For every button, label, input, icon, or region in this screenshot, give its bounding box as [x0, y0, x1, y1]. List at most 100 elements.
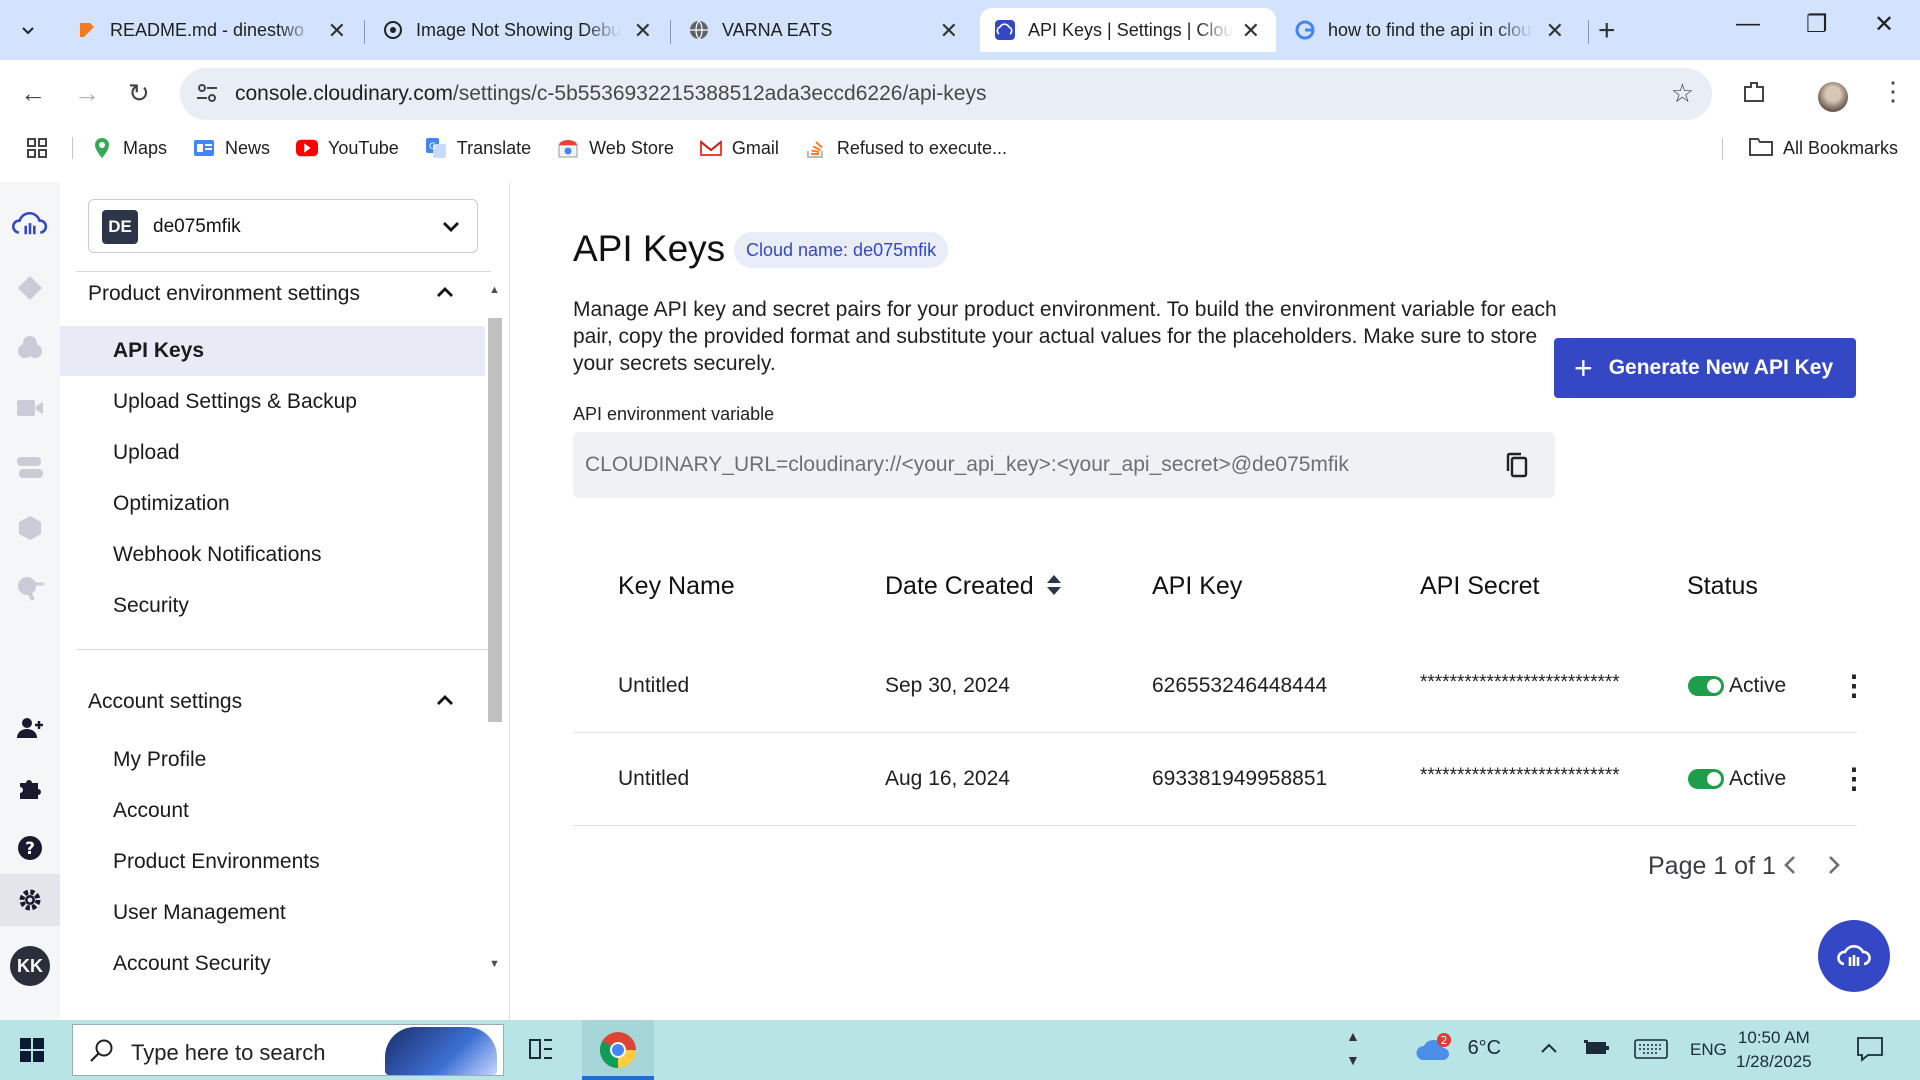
insights-icon[interactable] [12, 570, 48, 606]
nav-account[interactable]: Account [60, 786, 485, 836]
cloudinary-logo-icon[interactable] [12, 206, 48, 242]
system-clock[interactable]: 10:50 AM 1/28/2025 [1736, 1026, 1812, 1074]
close-icon[interactable]: ✕ [634, 18, 652, 44]
taskbar-search-box[interactable]: Type here to search [72, 1024, 504, 1076]
sort-icon[interactable] [1045, 573, 1063, 597]
close-window-button[interactable]: ✕ [1874, 10, 1894, 39]
bookmark-web-store[interactable]: Web Store [557, 137, 674, 159]
all-bookmarks-button[interactable]: All Bookmarks [1748, 136, 1898, 161]
nav-upload[interactable]: Upload [60, 428, 485, 478]
scroll-down-arrow[interactable]: ▼ [489, 958, 500, 970]
tab-varna-eats[interactable]: VARNA EATS ✕ [674, 8, 974, 52]
new-tab-button[interactable]: + [1598, 14, 1616, 48]
weather-widget[interactable]: 2 6°C [1414, 1032, 1501, 1064]
bookmark-translate[interactable]: G Translate [425, 137, 531, 159]
notifications-icon[interactable] [1856, 1036, 1884, 1068]
cloudinary-console: ? KK DE de075mfik Product environment se… [0, 182, 1920, 1020]
tab-search-button[interactable] [10, 12, 46, 48]
row1-actions-menu-icon[interactable]: ⋮ [1840, 672, 1868, 700]
row1-api-secret: *************************** [1420, 672, 1620, 693]
section-product-settings[interactable]: Product environment settings [88, 282, 360, 306]
prev-page-icon[interactable] [1782, 854, 1798, 883]
nav-upload-settings[interactable]: Upload Settings & Backup [60, 377, 485, 427]
windows-start-icon[interactable] [20, 1038, 44, 1062]
browser-menu-icon[interactable]: ⋮ [1880, 76, 1906, 107]
settings-gear-icon[interactable] [12, 882, 48, 918]
language-indicator[interactable]: ENG [1690, 1040, 1727, 1060]
stackoverflow-icon [805, 137, 827, 159]
address-bar[interactable]: console.cloudinary.com/settings/c-5b5536… [180, 68, 1712, 120]
close-icon[interactable]: ✕ [1546, 18, 1564, 44]
scrollbar-thumb[interactable] [488, 318, 502, 722]
keyboard-icon[interactable] [1634, 1038, 1668, 1066]
bookmark-gmail[interactable]: Gmail [699, 137, 779, 159]
support-chat-button[interactable] [1818, 920, 1890, 992]
col-key-name: Key Name [618, 572, 735, 600]
product-environment-select[interactable]: DE de075mfik [88, 199, 478, 253]
tab-readme[interactable]: README.md - dinestwo ✕ [62, 8, 362, 52]
close-icon[interactable]: ✕ [940, 18, 958, 44]
sidebar-scrollbar[interactable]: ▲ ▼ [486, 282, 504, 972]
task-view-icon[interactable] [526, 1034, 556, 1069]
bookmark-star-icon[interactable]: ☆ [1671, 78, 1694, 109]
scroll-up-arrow[interactable]: ▲ [489, 284, 500, 296]
invite-user-icon[interactable] [12, 710, 48, 746]
copy-icon[interactable] [1505, 452, 1529, 483]
apps-grid-icon[interactable] [26, 137, 48, 159]
tab-google-search[interactable]: how to find the api in cloudinary ✕ [1280, 8, 1580, 52]
profile-avatar[interactable] [1818, 82, 1848, 112]
close-icon[interactable]: ✕ [1242, 18, 1260, 44]
col-status: Status [1687, 572, 1758, 600]
battery-icon[interactable] [1584, 1038, 1610, 1064]
nav-optimization[interactable]: Optimization [60, 479, 485, 529]
back-button[interactable]: ← [20, 78, 46, 109]
row1-status-toggle[interactable] [1688, 676, 1724, 696]
video-icon[interactable] [12, 390, 48, 426]
settings-sidebar: DE de075mfik Product environment setting… [60, 182, 510, 1020]
col-date-created[interactable]: Date Created [885, 572, 1063, 601]
bookmark-maps[interactable]: Maps [91, 137, 167, 159]
row2-status-toggle[interactable] [1688, 769, 1724, 789]
taskbar-chrome-button[interactable] [582, 1020, 654, 1080]
minimize-button[interactable]: — [1736, 10, 1760, 38]
chevron-down-icon [443, 222, 459, 232]
chevron-up-icon[interactable] [434, 282, 456, 304]
addons-puzzle-icon[interactable] [12, 770, 48, 806]
integrations-icon[interactable] [12, 450, 48, 486]
nav-my-profile[interactable]: My Profile [60, 735, 485, 785]
nav-security[interactable]: Security [60, 581, 485, 631]
nav-user-management[interactable]: User Management [60, 888, 485, 938]
section-account-settings[interactable]: Account settings [88, 690, 242, 714]
site-info-icon[interactable] [194, 80, 220, 111]
env-badge: DE [102, 210, 138, 244]
nav-account-security[interactable]: Account Security [60, 939, 485, 989]
bookmark-news[interactable]: News [193, 137, 270, 159]
page-description: Manage API key and secret pairs for your… [573, 298, 1557, 375]
generate-api-key-button[interactable]: + Generate New API Key [1554, 338, 1856, 398]
cube-icon[interactable] [12, 510, 48, 546]
chevron-up-icon[interactable] [434, 690, 456, 712]
row2-api-key: 693381949958851 [1152, 767, 1328, 790]
row2-actions-menu-icon[interactable]: ⋮ [1840, 765, 1868, 793]
taskbar-scroll[interactable]: ▲ ▼ [1346, 1024, 1360, 1072]
nav-api-keys[interactable]: API Keys [60, 326, 485, 376]
nav-webhook-notifications[interactable]: Webhook Notifications [60, 530, 485, 580]
tab-api-keys[interactable]: API Keys | Settings | Cloudinary ✕ [980, 8, 1276, 52]
user-avatar[interactable]: KK [10, 946, 50, 986]
tab-title: API Keys | Settings | Cloudinary [1028, 19, 1233, 40]
bookmark-youtube[interactable]: YouTube [296, 137, 399, 159]
help-icon[interactable]: ? [12, 830, 48, 866]
restore-button[interactable]: ❐ [1806, 10, 1828, 39]
close-icon[interactable]: ✕ [328, 18, 346, 44]
show-hidden-icons[interactable] [1538, 1038, 1560, 1066]
product-rail: ? KK [0, 182, 60, 1020]
next-page-icon[interactable] [1826, 854, 1842, 883]
programmable-media-icon[interactable] [12, 270, 48, 306]
nav-product-environments[interactable]: Product Environments [60, 837, 485, 887]
extensions-icon[interactable] [1740, 78, 1768, 111]
dam-icon[interactable] [12, 330, 48, 366]
forward-button[interactable]: → [74, 78, 100, 109]
tab-image-debug[interactable]: Image Not Showing Debug ✕ [368, 8, 668, 52]
reload-button[interactable]: ↻ [128, 78, 150, 109]
bookmark-refused[interactable]: Refused to execute... [805, 137, 1007, 159]
